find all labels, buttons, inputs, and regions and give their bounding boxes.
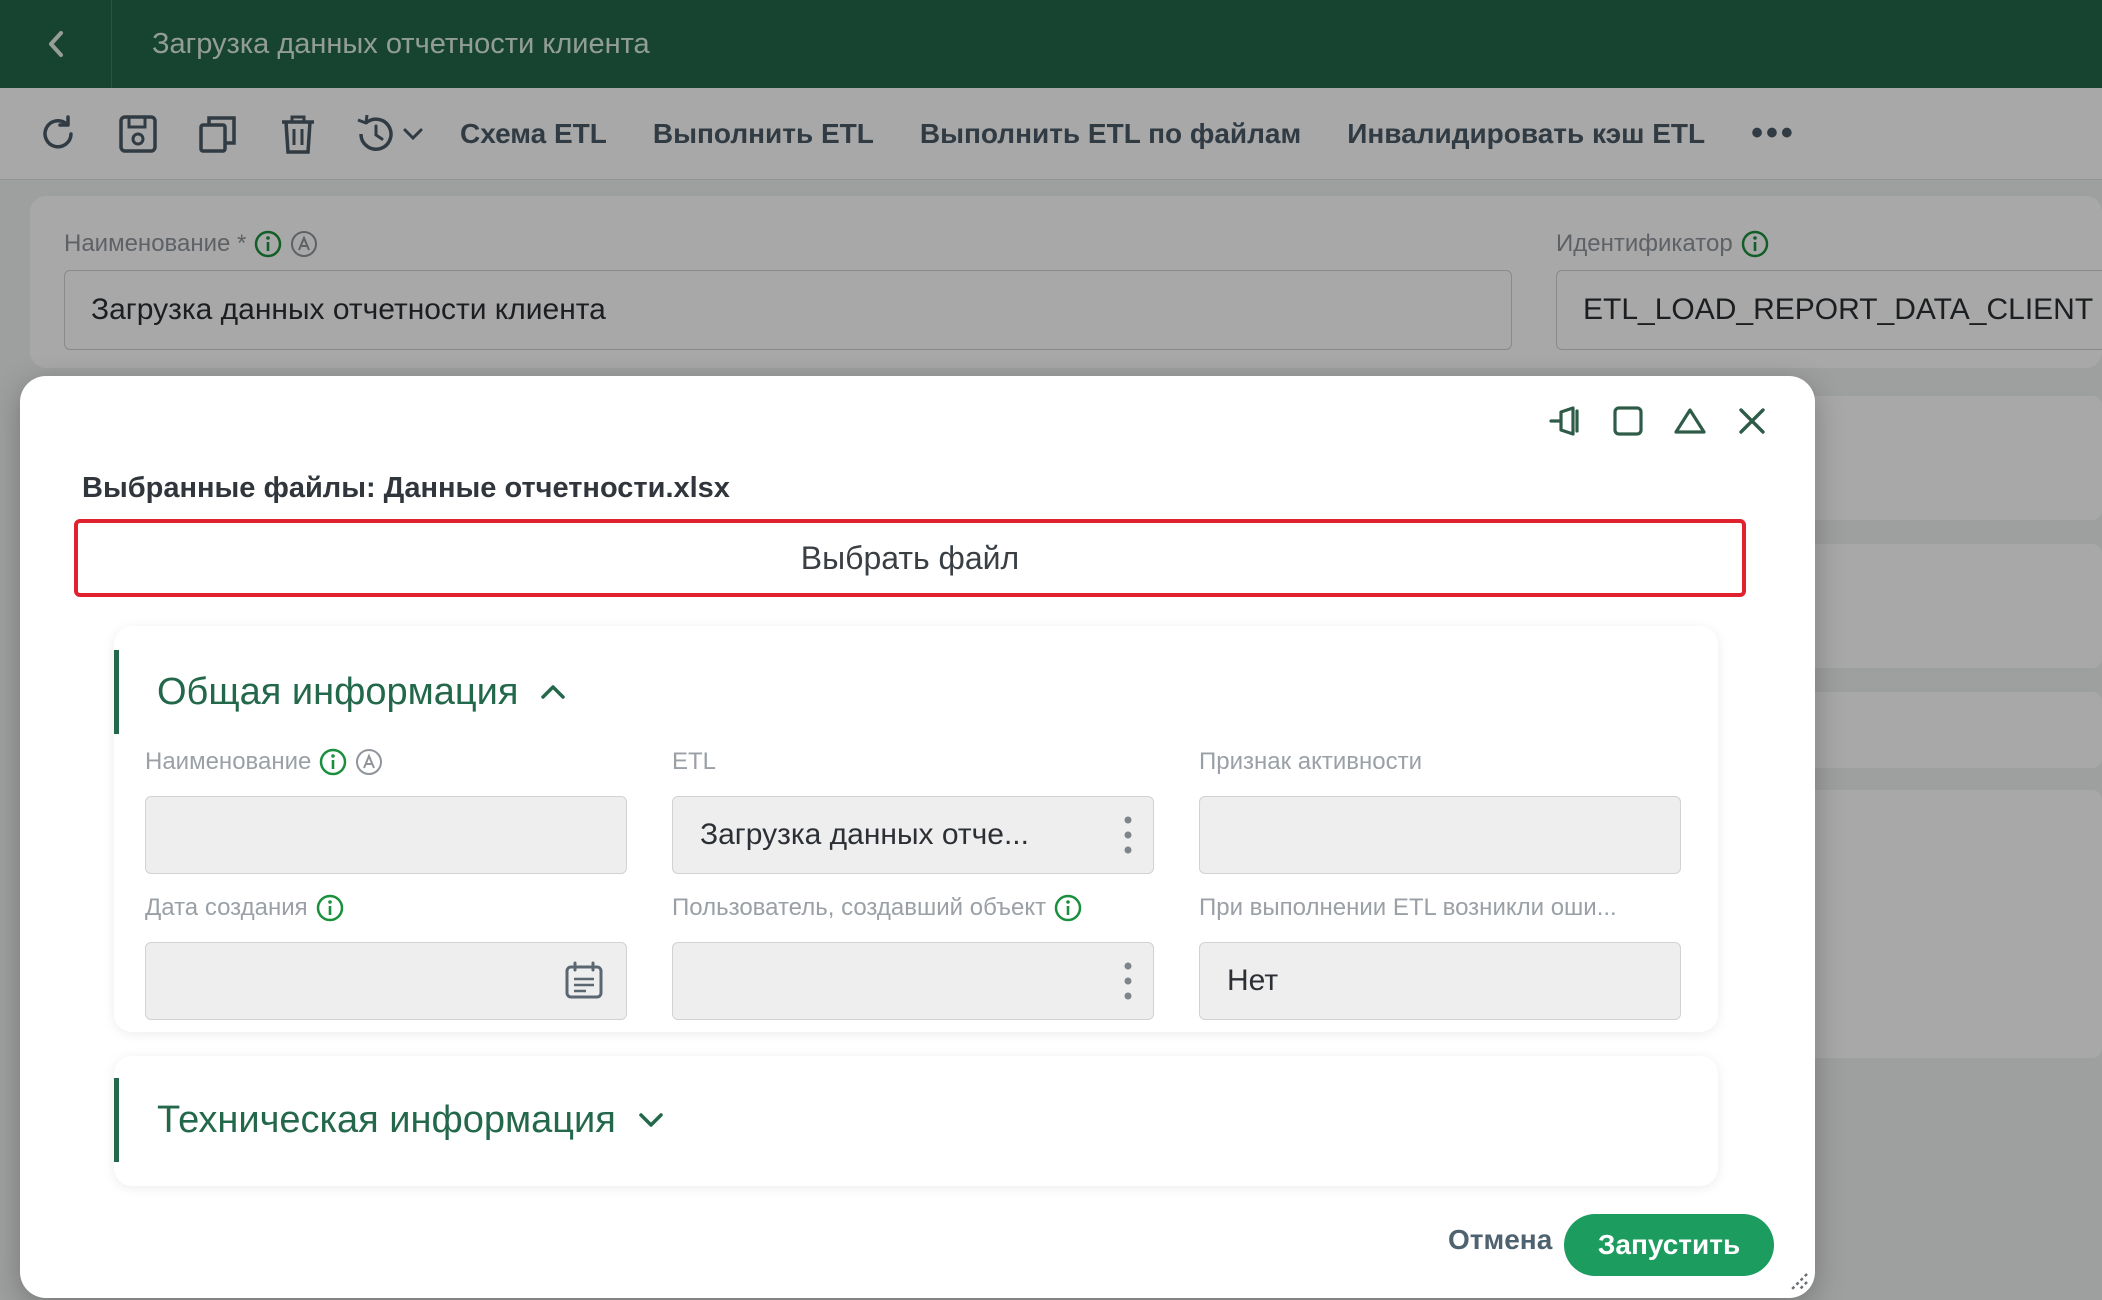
cancel-button[interactable]: Отмена — [1448, 1224, 1552, 1256]
selected-files-text: Выбранные файлы: Данные отчетности.xlsx — [82, 472, 730, 504]
collapse-icon[interactable] — [1671, 402, 1709, 440]
created-label: Дата создания — [145, 894, 308, 921]
name-label: Наименование — [145, 748, 312, 775]
section-title: Общая информация — [157, 670, 519, 713]
name-label-row: Наименование — [145, 748, 383, 776]
info-icon[interactable] — [1054, 894, 1082, 922]
creator-lookup[interactable] — [672, 942, 1154, 1020]
technical-info-section: Техническая информация — [114, 1056, 1718, 1186]
close-icon[interactable] — [1733, 402, 1771, 440]
errors-value: Нет — [1227, 964, 1279, 997]
info-icon[interactable] — [319, 748, 347, 776]
creator-label: Пользователь, создавший объект — [672, 894, 1047, 921]
run-etl-files-modal: Выбранные файлы: Данные отчетности.xlsx … — [20, 376, 1815, 1298]
created-date-input[interactable] — [145, 942, 627, 1020]
section-title: Техническая информация — [157, 1098, 616, 1141]
info-icon[interactable] — [316, 894, 344, 922]
chevron-up-icon[interactable] — [538, 682, 568, 702]
choose-file-button[interactable]: Выбрать файл — [74, 519, 1746, 597]
calendar-icon[interactable] — [562, 943, 606, 1019]
modal-controls — [1547, 402, 1771, 440]
general-info-header[interactable]: Общая информация — [114, 650, 568, 734]
errors-label: При выполнении ETL возникли оши... — [1199, 894, 1617, 921]
maximize-icon[interactable] — [1609, 402, 1647, 440]
technical-info-header[interactable]: Техническая информация — [114, 1078, 666, 1162]
etl-value: Загрузка данных отче... — [700, 818, 1029, 851]
run-button[interactable]: Запустить — [1564, 1214, 1774, 1276]
more-vertical-icon[interactable] — [1123, 797, 1133, 873]
active-label: Признак активности — [1199, 748, 1423, 775]
etl-label: ETL — [672, 748, 717, 775]
name-input[interactable] — [145, 796, 627, 874]
auto-translate-icon[interactable] — [355, 748, 383, 776]
created-label-row: Дата создания — [145, 894, 344, 922]
pin-icon[interactable] — [1547, 402, 1585, 440]
more-vertical-icon[interactable] — [1123, 943, 1133, 1019]
creator-label-row: Пользователь, создавший объект — [672, 894, 1082, 922]
etl-lookup[interactable]: Загрузка данных отче... — [672, 796, 1154, 874]
general-info-section: Общая информация Наименование ETL Призна… — [114, 626, 1718, 1032]
errors-input[interactable]: Нет — [1199, 942, 1681, 1020]
resize-handle-icon[interactable] — [1783, 1266, 1809, 1292]
active-input[interactable] — [1199, 796, 1681, 874]
chevron-down-icon[interactable] — [636, 1110, 666, 1130]
